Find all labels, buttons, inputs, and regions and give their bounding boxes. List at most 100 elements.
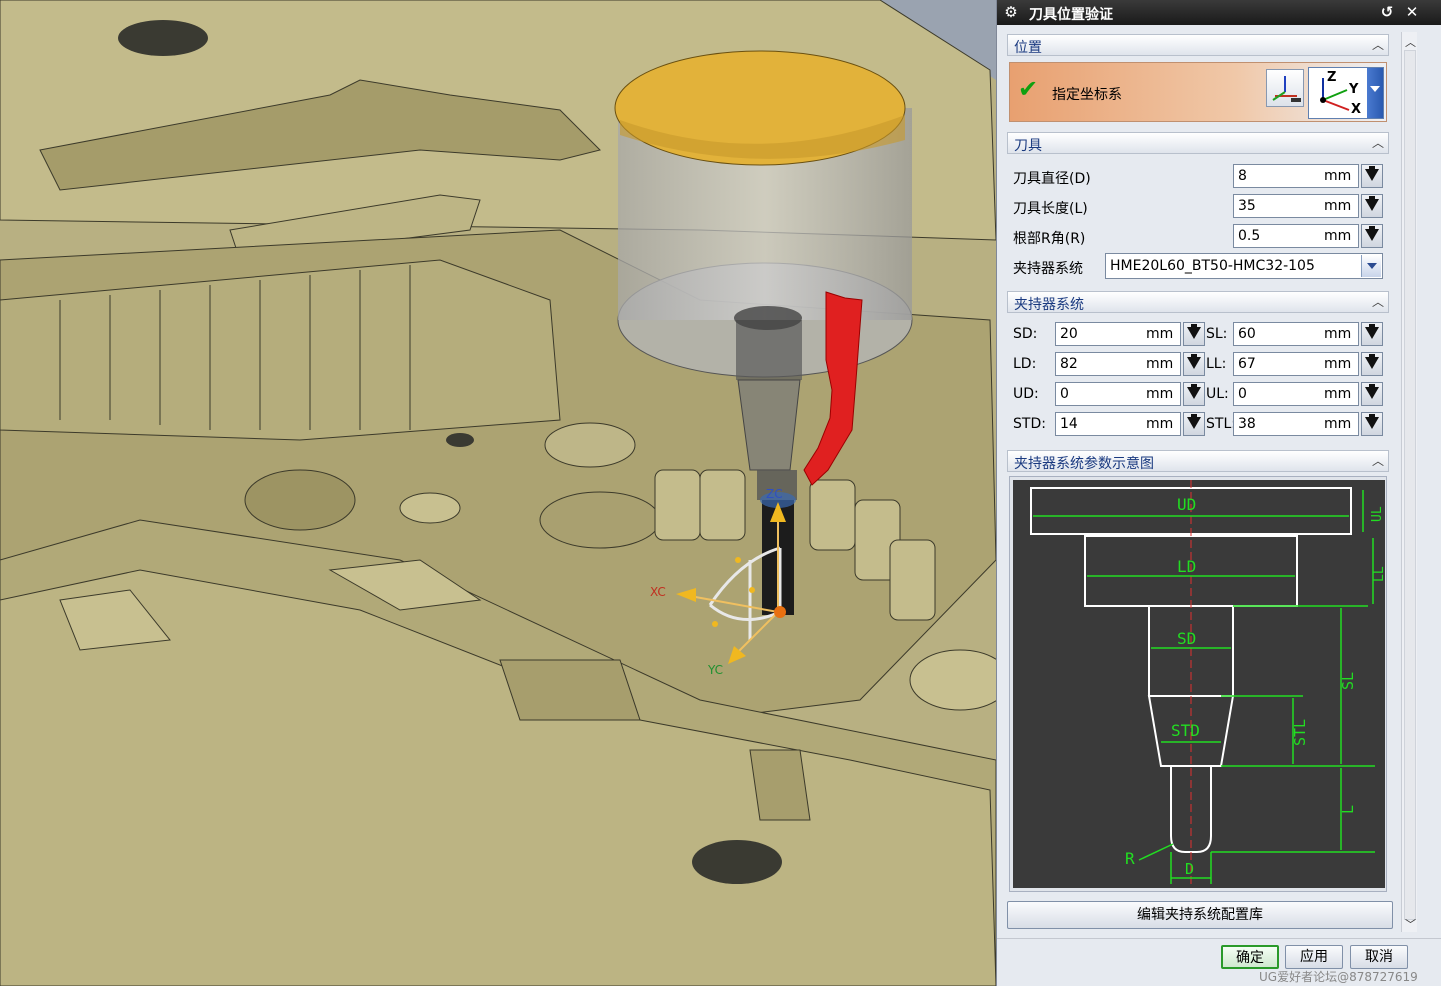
section-header-position[interactable]: 位置 ︿ [1007, 34, 1389, 56]
csys-dialog-icon [1272, 76, 1301, 102]
section-header-holder[interactable]: 夹持器系统 ︿ [1007, 291, 1389, 313]
holder-param-field[interactable]: 0 mm [1233, 382, 1359, 406]
unit-label: mm [1320, 383, 1358, 405]
holder-param-field[interactable]: 60 mm [1233, 322, 1359, 346]
dialog-title: 刀具位置验证 [1029, 7, 1113, 23]
scrollbar-thumb[interactable] [1404, 50, 1416, 920]
section-title-diagram: 夹持器系统参数示意图 [1014, 456, 1154, 472]
holder-param-spin-button[interactable] [1361, 382, 1383, 406]
tool-length-label: 刀具长度(L) [1013, 201, 1088, 217]
gear-icon[interactable]: ⚙ [1001, 2, 1021, 22]
scroll-up-icon[interactable]: ︿ [1405, 34, 1416, 50]
section-title-holder: 夹持器系统 [1014, 297, 1084, 313]
corner-radius-spin-button[interactable] [1361, 224, 1383, 248]
mold-model-view[interactable]: ZC XC YC [0, 0, 996, 986]
unit-label: mm [1142, 353, 1180, 375]
holder-param-spin-button[interactable] [1361, 352, 1383, 376]
diagram-d-label: D [1185, 860, 1194, 878]
tool-length-spin-button[interactable] [1361, 194, 1383, 218]
tool-diameter-value: 8 [1238, 168, 1247, 184]
holder-param-label: STD: [1013, 416, 1046, 432]
diagram-l-label: L [1339, 805, 1357, 814]
collapse-icon[interactable]: ︿ [1372, 452, 1384, 469]
unit-label: mm [1320, 225, 1358, 247]
corner-radius-field[interactable]: 0.5 mm [1233, 224, 1359, 248]
diagram-sd-label: SD [1177, 629, 1196, 648]
holder-param-field[interactable]: 82 mm [1055, 352, 1181, 376]
unit-label: mm [1320, 165, 1358, 187]
corner-radius-value: 0.5 [1238, 228, 1261, 244]
tool-position-dialog: ⚙ 刀具位置验证 ↺ ✕ 位置 ︿ ✔ 指定坐标系 Z Y X 刀具 ︿ 刀具直… [996, 0, 1441, 986]
holder-param-field[interactable]: 0 mm [1055, 382, 1181, 406]
diagram-r-label: R [1125, 849, 1135, 868]
unit-label: mm [1142, 323, 1180, 345]
edit-holder-library-button[interactable]: 编辑夹持系统配置库 [1007, 901, 1393, 929]
holder-param-value: 0 [1238, 386, 1247, 402]
unit-label: mm [1320, 353, 1358, 375]
diagram-std-label: STD [1171, 721, 1200, 740]
axis-z-label: Z [1327, 70, 1337, 85]
holder-param-spin-button[interactable] [1361, 322, 1383, 346]
section-header-diagram[interactable]: 夹持器系统参数示意图 ︿ [1007, 450, 1389, 472]
collapse-icon[interactable]: ︿ [1372, 293, 1384, 310]
close-icon[interactable]: ✕ [1402, 2, 1422, 22]
holder-param-value: 60 [1238, 326, 1256, 342]
holder-diagram-panel: UD LD SD STD SL STL L UL LL R D [1009, 476, 1387, 892]
unit-label: mm [1320, 195, 1358, 217]
diagram-ul-label: UL [1370, 506, 1385, 522]
axis-x-label: X [1351, 102, 1362, 117]
chevron-down-icon[interactable] [1361, 255, 1381, 277]
diagram-ld-label: LD [1177, 557, 1196, 576]
csys-dialog-button[interactable] [1266, 69, 1304, 107]
holder-diagram: UD LD SD STD SL STL L UL LL R D [1013, 480, 1385, 888]
graphics-viewport[interactable]: ZC XC YC [0, 0, 996, 986]
holder-system-select[interactable]: HME20L60_BT50-HMC32-105 [1105, 253, 1383, 279]
holder-system-value: HME20L60_BT50-HMC32-105 [1110, 258, 1315, 274]
unit-label: mm [1142, 383, 1180, 405]
reset-icon[interactable]: ↺ [1377, 2, 1397, 22]
tool-diameter-label: 刀具直径(D) [1013, 171, 1091, 187]
tool-diameter-spin-button[interactable] [1361, 164, 1383, 188]
section-title-tool: 刀具 [1014, 138, 1042, 154]
csys-orientation-dropdown[interactable]: Z Y X [1308, 67, 1384, 119]
collapse-icon[interactable]: ︿ [1372, 134, 1384, 151]
tool-length-field[interactable]: 35 mm [1233, 194, 1359, 218]
triad-yc-label: YC [707, 663, 723, 677]
corner-radius-label: 根部R角(R) [1013, 231, 1086, 247]
holder-param-field[interactable]: 14 mm [1055, 412, 1181, 436]
watermark: UG爱好者论坛@878727619 [1259, 970, 1418, 984]
holder-param-label: UL: [1206, 386, 1229, 402]
holder-param-spin-button[interactable] [1183, 322, 1205, 346]
tool-diameter-field[interactable]: 8 mm [1233, 164, 1359, 188]
holder-param-spin-button[interactable] [1183, 352, 1205, 376]
holder-param-label: LD: [1013, 356, 1037, 372]
ok-button[interactable]: 确定 [1221, 945, 1279, 969]
cancel-button[interactable]: 取消 [1350, 945, 1408, 969]
holder-param-spin-button[interactable] [1183, 412, 1205, 436]
section-header-tool[interactable]: 刀具 ︿ [1007, 132, 1389, 154]
holder-param-field[interactable]: 67 mm [1233, 352, 1359, 376]
holder-param-label: SD: [1013, 326, 1038, 342]
triad-zc-label: ZC [766, 487, 783, 501]
triad-xc-label: XC [650, 585, 666, 599]
dialog-scrollbar[interactable]: ︿ ﹀ [1401, 32, 1417, 932]
holder-param-field[interactable]: 20 mm [1055, 322, 1181, 346]
holder-param-field[interactable]: 38 mm [1233, 412, 1359, 436]
holder-param-value: 0 [1060, 386, 1069, 402]
holder-param-value: 14 [1060, 416, 1078, 432]
diagram-sl-label: SL [1339, 672, 1357, 690]
holder-param-value: 38 [1238, 416, 1256, 432]
holder-param-value: 82 [1060, 356, 1078, 372]
diagram-stl-label: STL [1291, 719, 1309, 746]
holder-param-spin-button[interactable] [1183, 382, 1205, 406]
unit-label: mm [1320, 413, 1358, 435]
axis-y-label: Y [1349, 82, 1359, 97]
apply-button[interactable]: 应用 [1285, 945, 1343, 969]
dialog-titlebar: ⚙ 刀具位置验证 ↺ ✕ [997, 0, 1441, 25]
chevron-down-icon[interactable] [1367, 68, 1383, 118]
holder-param-spin-button[interactable] [1361, 412, 1383, 436]
csys-selector[interactable]: ✔ 指定坐标系 Z Y X [1009, 62, 1387, 122]
holder-param-label: STL: [1206, 416, 1236, 432]
collapse-icon[interactable]: ︿ [1372, 36, 1384, 53]
scroll-down-icon[interactable]: ﹀ [1405, 916, 1416, 932]
